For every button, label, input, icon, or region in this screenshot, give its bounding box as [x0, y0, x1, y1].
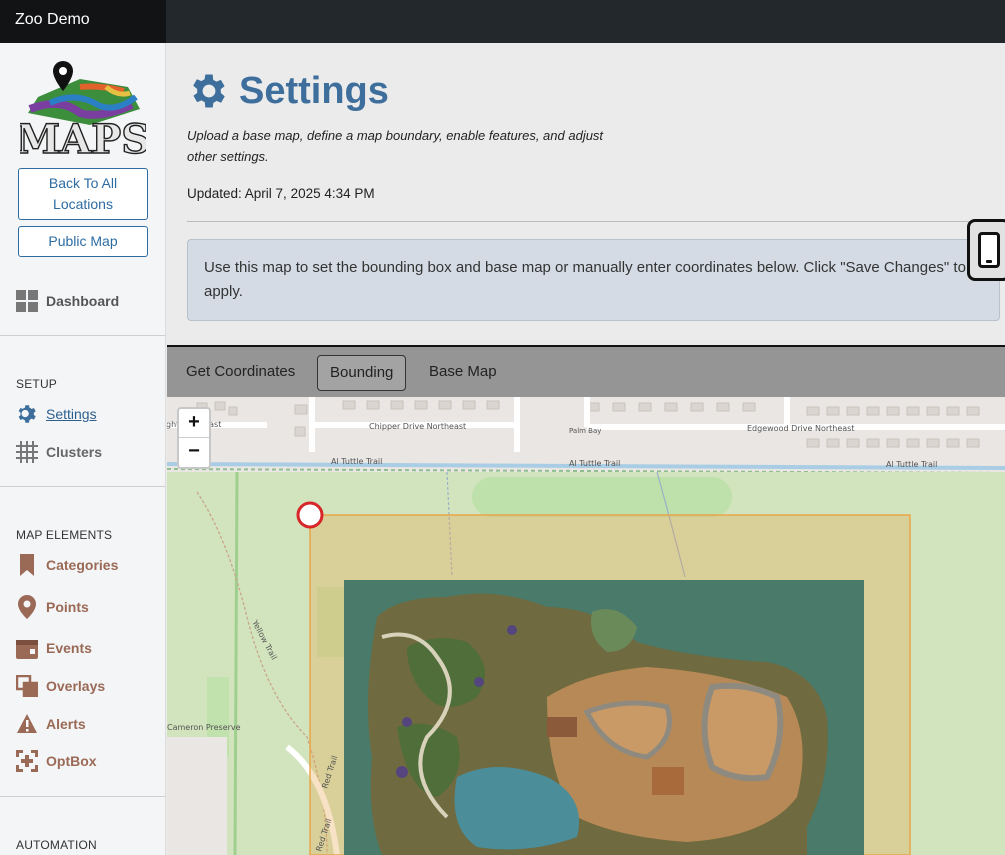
- bookmark-icon: [16, 554, 38, 576]
- map-tab-bar: Get Coordinates Bounding Base Map: [167, 345, 1005, 397]
- trail-label: Al Tuttle Trail: [331, 457, 382, 466]
- map-tiles: ght Northeast Chipper Drive Northeast Ed…: [167, 397, 1005, 855]
- trail-label: Al Tuttle Trail: [886, 460, 937, 469]
- dashboard-icon: [16, 290, 38, 312]
- sidebar-divider: [0, 335, 165, 336]
- back-to-all-locations-button[interactable]: Back To All Locations: [18, 168, 148, 220]
- tab-get-coordinates[interactable]: Get Coordinates: [174, 355, 307, 391]
- device-preview-toggle[interactable]: [967, 219, 1005, 281]
- overlay-icon: [16, 675, 38, 697]
- sidebar-item-clusters[interactable]: Clusters: [16, 440, 102, 464]
- sidebar-item-overlays[interactable]: Overlays: [16, 674, 105, 698]
- section-heading-automation: AUTOMATION: [16, 838, 97, 852]
- street-label: Chipper Drive Northeast: [369, 422, 466, 431]
- section-heading-map-elements: MAP ELEMENTS: [16, 528, 113, 542]
- tab-base-map[interactable]: Base Map: [417, 355, 509, 391]
- settings-gear-icon: [193, 74, 225, 108]
- sidebar-divider: [0, 486, 165, 487]
- trail-label: Al Tuttle Trail: [569, 459, 620, 468]
- sidebar-item-label: Clusters: [46, 444, 103, 460]
- top-bar: Zoo Demo: [0, 0, 1005, 43]
- street-label: Edgewood Drive Northeast: [747, 424, 854, 433]
- sidebar-item-points[interactable]: Points: [16, 595, 89, 619]
- mobile-phone-icon: [978, 232, 1000, 268]
- page-description: Upload a base map, define a map boundary…: [187, 128, 604, 164]
- sidebar-item-optbox[interactable]: OptBox: [16, 749, 97, 773]
- sidebar-item-dashboard[interactable]: Dashboard: [16, 289, 119, 313]
- divider: [187, 221, 1005, 222]
- page-title-text: Settings: [239, 69, 389, 112]
- info-alert: Use this map to set the bounding box and…: [187, 239, 1000, 321]
- place-label: Palm Bay: [569, 427, 601, 435]
- place-label: Cameron Preserve: [167, 723, 241, 732]
- sidebar-item-categories[interactable]: Categories: [16, 553, 118, 577]
- gear-icon: [16, 403, 38, 425]
- sidebar-item-label: OptBox: [46, 753, 97, 769]
- sidebar-item-alerts[interactable]: Alerts: [16, 712, 86, 736]
- sidebar-divider: [0, 796, 165, 797]
- sidebar-item-label: Points: [46, 599, 89, 615]
- calendar-icon: [16, 637, 38, 659]
- section-heading-setup: SETUP: [16, 377, 58, 391]
- sidebar-item-events[interactable]: Events: [16, 636, 92, 660]
- sidebar-item-label: Settings: [46, 406, 97, 422]
- map-pin-icon: [16, 595, 38, 619]
- sidebar: MAPS Back To All Locations Public Map Da…: [0, 43, 166, 855]
- boundary-handle[interactable]: [296, 501, 324, 529]
- sidebar-item-settings[interactable]: Settings: [16, 402, 97, 426]
- main-content: Settings Upload a base map, define a map…: [167, 43, 1005, 855]
- app-title[interactable]: Zoo Demo: [0, 0, 166, 43]
- logo-text: MAPS: [20, 116, 146, 157]
- zoom-control: + −: [177, 407, 211, 469]
- maps-logo[interactable]: MAPS: [20, 57, 146, 157]
- updated-timestamp: Updated: April 7, 2025 4:34 PM: [187, 186, 375, 201]
- zoom-in-button[interactable]: +: [179, 409, 209, 438]
- page-title: Settings: [187, 69, 389, 113]
- zoom-out-button[interactable]: −: [179, 438, 209, 467]
- sidebar-item-label: Dashboard: [46, 293, 120, 309]
- grid-icon: [16, 441, 38, 463]
- sidebar-item-label: Categories: [46, 557, 119, 573]
- optbox-icon: [16, 750, 38, 772]
- public-map-button[interactable]: Public Map: [18, 226, 148, 257]
- sidebar-item-label: Events: [46, 640, 92, 656]
- map-canvas[interactable]: ght Northeast Chipper Drive Northeast Ed…: [167, 397, 1005, 855]
- sidebar-item-label: Alerts: [46, 716, 86, 732]
- tab-bounding[interactable]: Bounding: [317, 355, 407, 391]
- warning-icon: [16, 713, 38, 735]
- sidebar-item-label: Overlays: [46, 678, 106, 694]
